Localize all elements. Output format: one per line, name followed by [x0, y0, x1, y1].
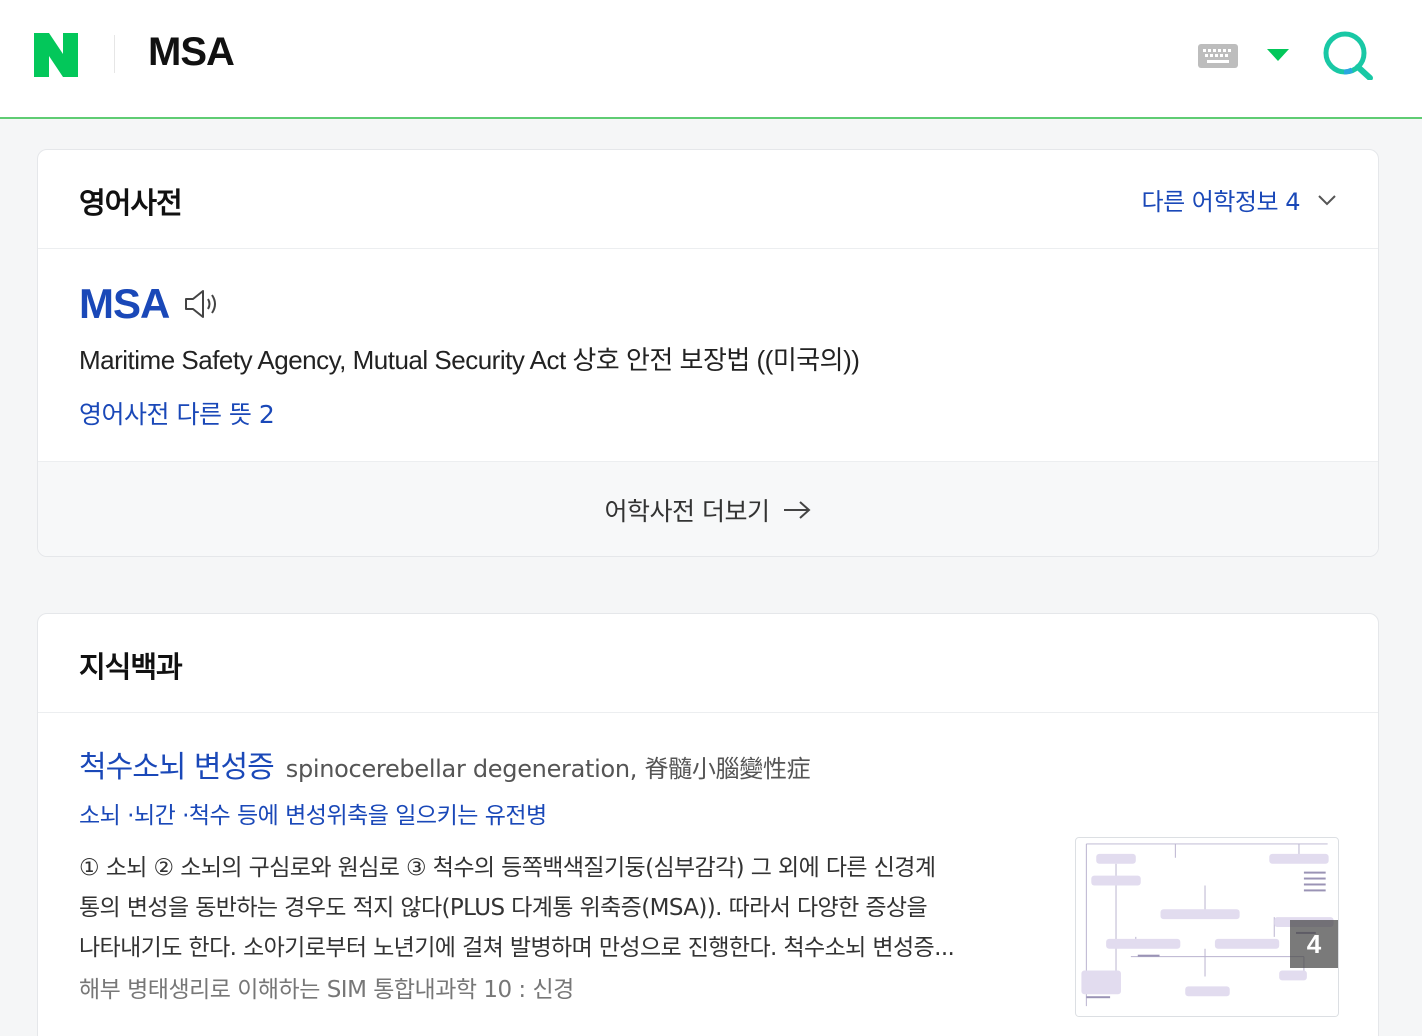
entry-source[interactable]: 해부 병태생리로 이해하는 SIM 통합내과학 10 : 신경 — [79, 970, 1019, 1004]
more-dictionary-label: 어학사전 더보기 — [604, 496, 770, 526]
other-info-label: 다른 어학정보 4 — [1141, 188, 1300, 216]
logo-divider — [114, 35, 115, 73]
card-title: 지식백과 — [79, 650, 183, 684]
entry-title-link[interactable]: 척수소뇌 변성증 — [79, 742, 275, 786]
description-line: ① 소뇌 ② 소뇌의 구심로와 원심로 ③ 척수의 등쪽백색질기둥(심부감각) … — [79, 855, 936, 881]
entry-subtitle: spinocerebellar degeneration, 脊髓小腦變性症 — [285, 755, 811, 783]
speaker-icon[interactable] — [183, 288, 219, 320]
knowledge-entry: 척수소뇌 변성증 spinocerebellar degeneration, 脊… — [79, 742, 1019, 1004]
entry-description: ① 소뇌 ② 소뇌의 구심로와 원심로 ③ 척수의 등쪽백색질기둥(심부감각) … — [79, 848, 1019, 968]
entry-thumbnail[interactable]: 4 — [1075, 837, 1339, 1017]
image-count-badge: 4 — [1290, 920, 1338, 968]
knowledge-encyclopedia-card: 지식백과 척수소뇌 변성증 spinocerebellar degenerati… — [37, 613, 1379, 1036]
description-line: 나타내기도 한다. 소아기로부터 노년기에 걸쳐 발병하며 만성으로 진행한다.… — [79, 935, 955, 961]
card-title: 영어사전 — [79, 186, 183, 220]
more-dictionary-button[interactable]: 어학사전 더보기 — [38, 461, 1378, 556]
dictionary-entry: MSA Maritime Safety Agency, Mutual Secur… — [79, 280, 860, 431]
naver-logo-icon[interactable] — [34, 33, 78, 77]
card-header: 영어사전 다른 어학정보 4 — [38, 150, 1378, 249]
other-language-info-button[interactable]: 다른 어학정보 4 — [1141, 182, 1336, 217]
search-icon[interactable] — [1322, 30, 1376, 80]
description-line: 통의 변성을 동반하는 경우도 적지 않다(PLUS 다계통 위축증(MSA))… — [79, 895, 928, 921]
caret-down-icon[interactable] — [1267, 49, 1289, 61]
entry-summary-link[interactable]: 소뇌 ·뇌간 ·척수 등에 변성위축을 일으키는 유전병 — [79, 796, 1019, 830]
search-query[interactable]: MSA — [148, 30, 235, 75]
other-meanings-link[interactable]: 영어사전 다른 뜻 2 — [79, 395, 859, 431]
entry-word[interactable]: MSA — [79, 280, 170, 328]
chevron-down-icon — [1318, 194, 1336, 205]
english-dictionary-card: 영어사전 다른 어학정보 4 MSA Maritime Safety Agenc… — [37, 149, 1379, 557]
search-header: MSA — [0, 0, 1422, 119]
keyboard-icon[interactable] — [1198, 44, 1238, 68]
card-header: 지식백과 — [38, 614, 1378, 713]
arrow-right-icon — [784, 500, 811, 519]
entry-meaning: Maritime Safety Agency, Mutual Security … — [79, 345, 860, 375]
